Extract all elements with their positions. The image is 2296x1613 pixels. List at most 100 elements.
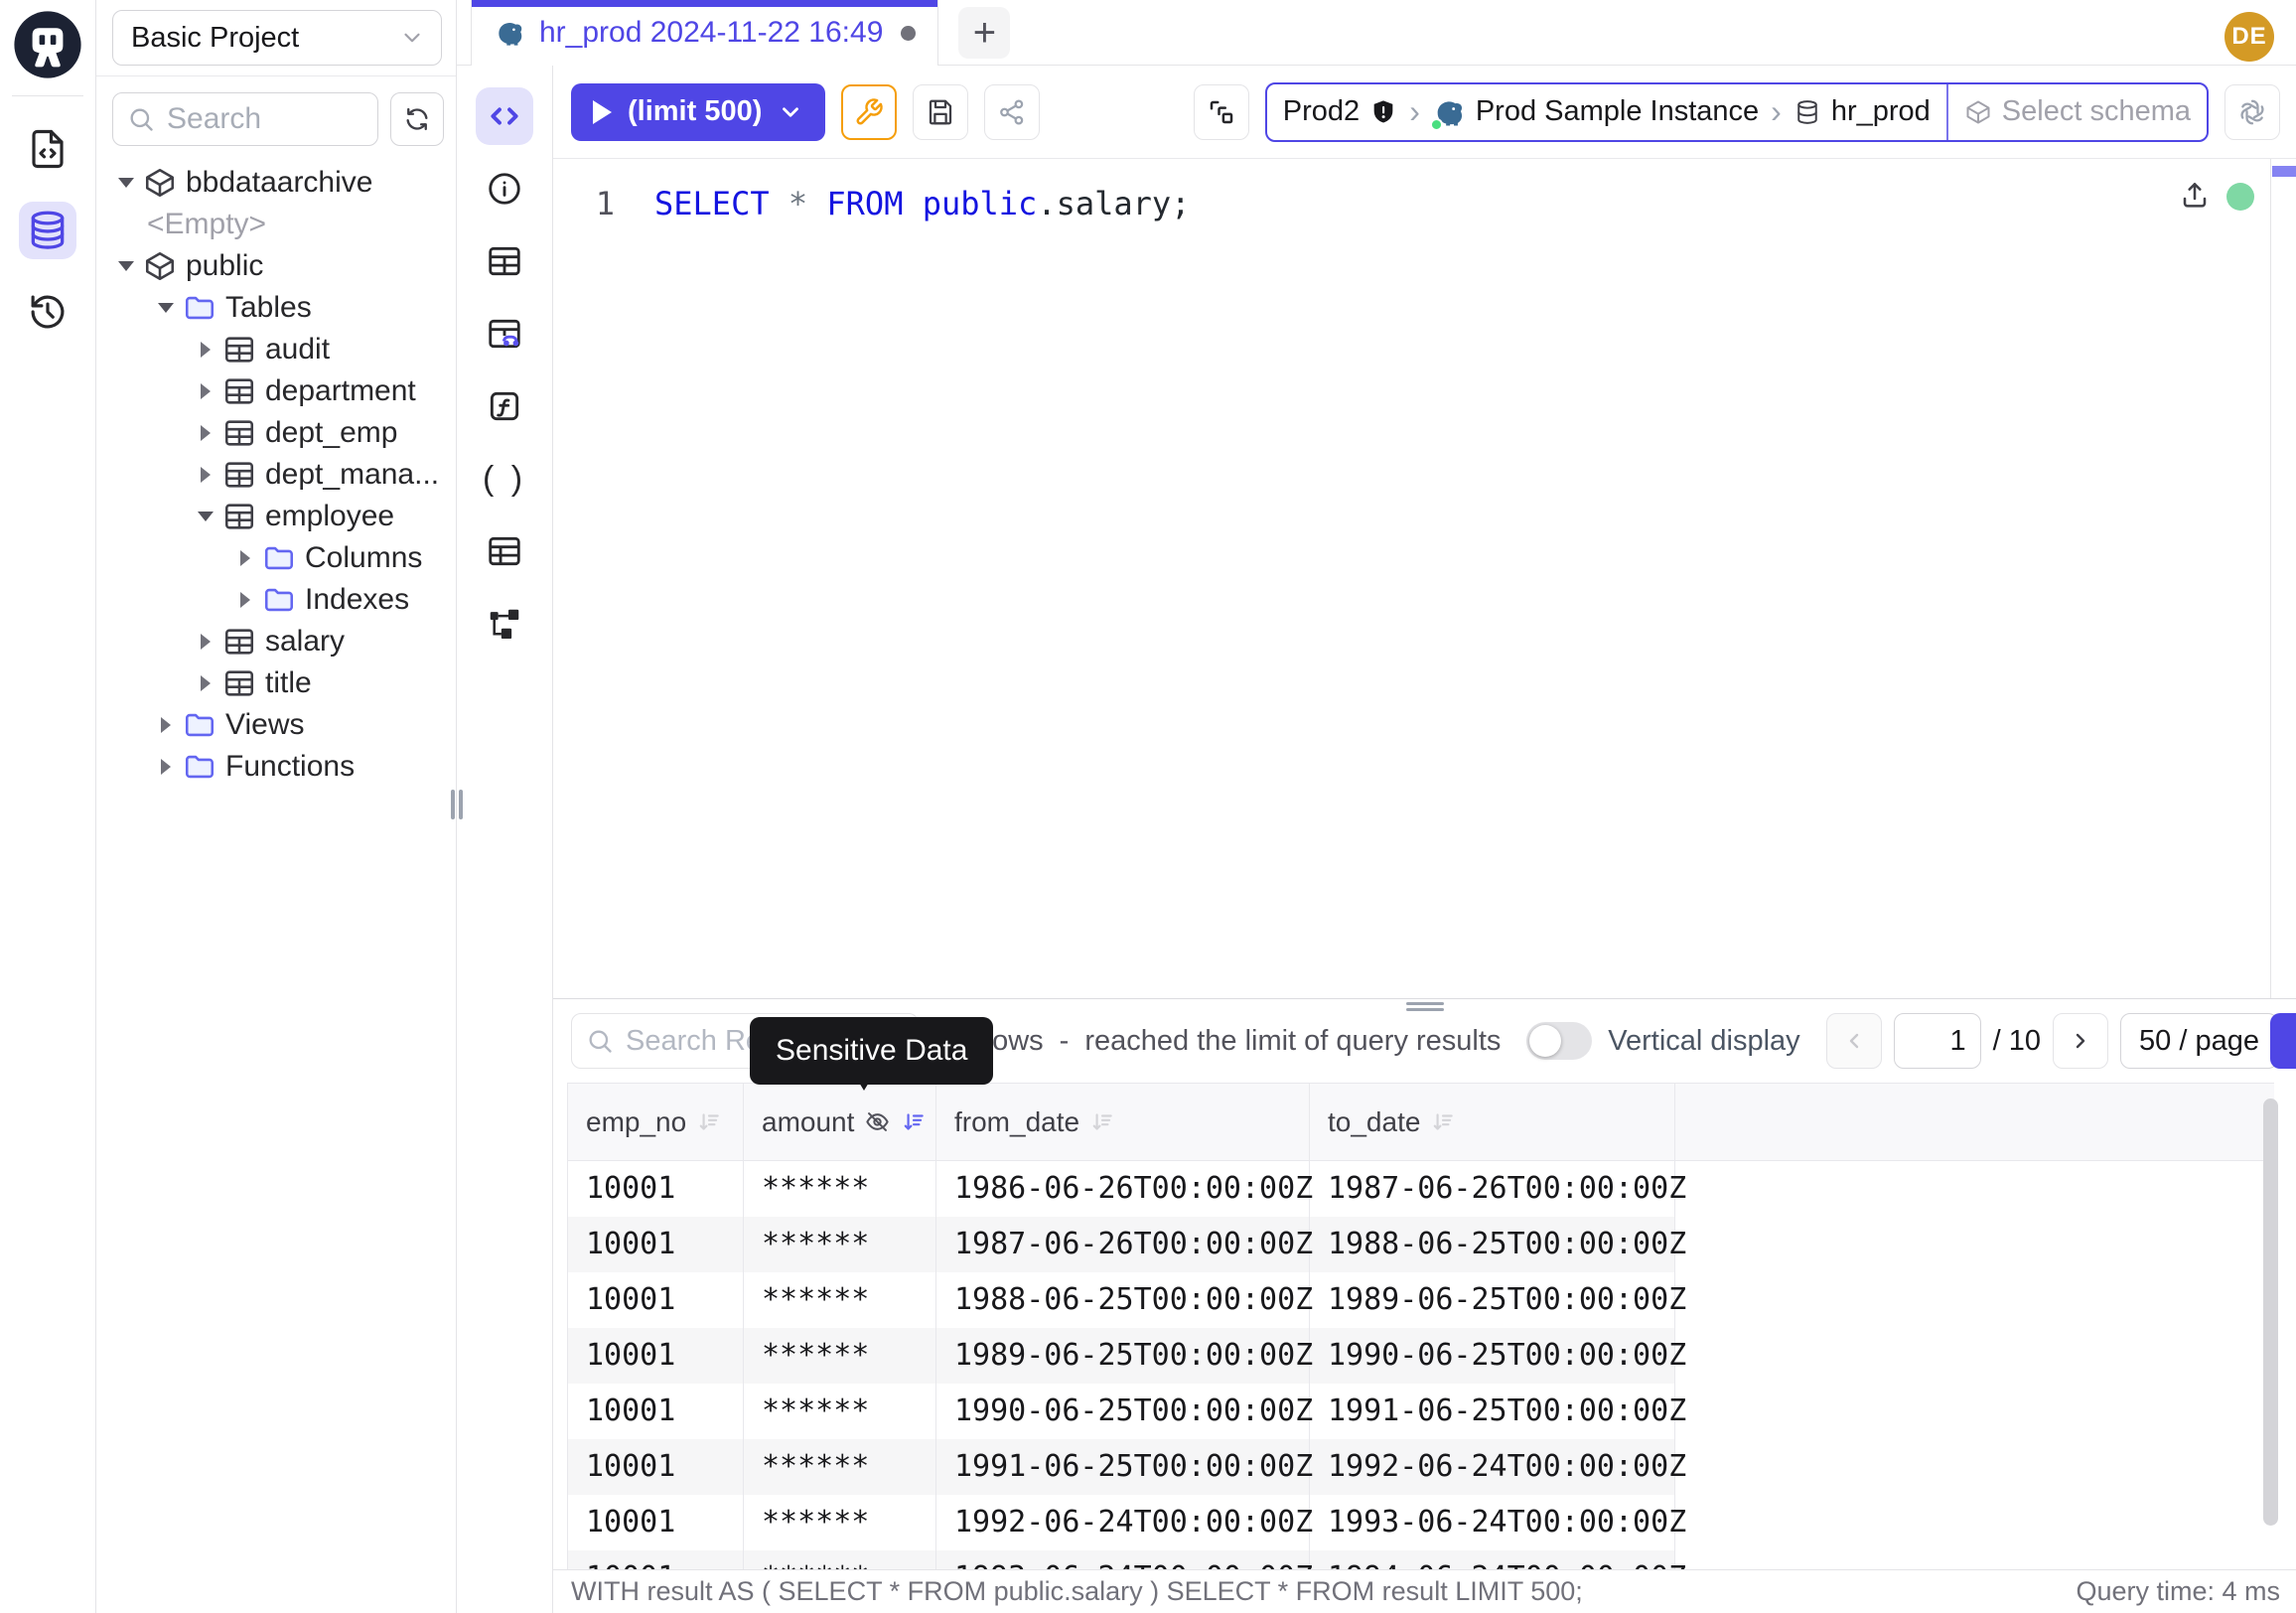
strip-external-tables-button[interactable] bbox=[476, 522, 533, 580]
caret-right-icon[interactable] bbox=[192, 383, 219, 399]
strip-schema-diagram-button[interactable] bbox=[476, 595, 533, 653]
table-cell[interactable]: 1991-06-25T00:00:00Z bbox=[1310, 1384, 1675, 1439]
strip-masked-data-button[interactable] bbox=[476, 305, 533, 363]
sort-icon[interactable] bbox=[1430, 1109, 1456, 1135]
table-cell[interactable]: 10001 bbox=[568, 1272, 744, 1328]
table-cell[interactable]: 1988-06-25T00:00:00Z bbox=[936, 1272, 1310, 1328]
table-row[interactable]: 10001******1992-06-24T00:00:00Z1993-06-2… bbox=[568, 1495, 2275, 1550]
connection-breadcrumb[interactable]: Prod2 › Prod Sample Instance › bbox=[1265, 82, 2209, 142]
table-cell[interactable]: 1990-06-25T00:00:00Z bbox=[1310, 1328, 1675, 1384]
tree-item-dept-mana[interactable]: dept_mana... bbox=[96, 454, 456, 496]
share-button[interactable] bbox=[984, 84, 1040, 140]
export-edge-button[interactable] bbox=[2270, 1013, 2296, 1069]
rail-databases-button[interactable] bbox=[19, 202, 76, 259]
select-schema-button[interactable]: Select schema bbox=[1948, 84, 2207, 140]
query-options-button[interactable] bbox=[841, 84, 897, 140]
column-header-from_date[interactable]: from_date bbox=[936, 1084, 1310, 1161]
table-cell[interactable]: ****** bbox=[744, 1328, 936, 1384]
save-button[interactable] bbox=[913, 84, 968, 140]
table-cell[interactable]: ****** bbox=[744, 1439, 936, 1495]
sort-icon[interactable] bbox=[696, 1109, 722, 1135]
table-cell[interactable]: ****** bbox=[744, 1161, 936, 1217]
table-row[interactable]: 10001******1990-06-25T00:00:00Z1991-06-2… bbox=[568, 1384, 2275, 1439]
table-row[interactable]: 10001******1991-06-25T00:00:00Z1992-06-2… bbox=[568, 1439, 2275, 1495]
tree-item-bbdataarchive[interactable]: bbdataarchive bbox=[96, 162, 456, 204]
column-header-emp_no[interactable]: emp_no bbox=[568, 1084, 744, 1161]
table-row[interactable]: 10001******1988-06-25T00:00:00Z1989-06-2… bbox=[568, 1272, 2275, 1328]
results-resize-handle[interactable] bbox=[1406, 999, 1444, 1011]
caret-down-icon[interactable] bbox=[112, 261, 140, 271]
run-query-button[interactable]: (limit 500) bbox=[571, 83, 825, 141]
caret-right-icon[interactable] bbox=[192, 675, 219, 691]
table-cell[interactable]: 10001 bbox=[568, 1217, 744, 1272]
column-header-amount[interactable]: amount bbox=[744, 1084, 936, 1161]
table-cell[interactable]: 1986-06-26T00:00:00Z bbox=[936, 1161, 1310, 1217]
tree-item-views[interactable]: Views bbox=[96, 704, 456, 746]
table-row[interactable]: 10001******1987-06-26T00:00:00Z1988-06-2… bbox=[568, 1217, 2275, 1272]
prev-page-button[interactable] bbox=[1826, 1013, 1882, 1069]
strip-tables-button[interactable] bbox=[476, 232, 533, 290]
table-cell[interactable]: 10001 bbox=[568, 1550, 744, 1570]
caret-right-icon[interactable] bbox=[231, 550, 259, 566]
table-row[interactable]: 10001******1993-06-24T00:00:00Z1994-06-2… bbox=[568, 1550, 2275, 1570]
sidebar-resize-handle[interactable] bbox=[451, 790, 463, 819]
page-size-select[interactable]: 50 / page bbox=[2120, 1013, 2278, 1069]
editor-overview-ruler[interactable] bbox=[2270, 159, 2296, 998]
sidebar-search-input[interactable]: Search bbox=[112, 92, 378, 146]
tree-item-columns[interactable]: Columns bbox=[96, 537, 456, 579]
table-cell[interactable]: 1992-06-24T00:00:00Z bbox=[1310, 1439, 1675, 1495]
tree-item-department[interactable]: department bbox=[96, 370, 456, 412]
table-cell[interactable]: 1992-06-24T00:00:00Z bbox=[936, 1495, 1310, 1550]
table-row[interactable]: 10001******1989-06-25T00:00:00Z1990-06-2… bbox=[568, 1328, 2275, 1384]
tree-item-public[interactable]: public bbox=[96, 245, 456, 287]
batch-query-button[interactable] bbox=[1194, 84, 1249, 140]
table-cell[interactable]: ****** bbox=[744, 1495, 936, 1550]
sort-icon[interactable] bbox=[901, 1109, 927, 1135]
caret-right-icon[interactable] bbox=[192, 342, 219, 358]
rail-history-button[interactable] bbox=[19, 283, 76, 341]
page-number-input[interactable]: 1 bbox=[1894, 1013, 1981, 1069]
tree-item-tables[interactable]: Tables bbox=[96, 287, 456, 329]
table-cell[interactable]: 1987-06-26T00:00:00Z bbox=[1310, 1161, 1675, 1217]
caret-right-icon[interactable] bbox=[231, 592, 259, 608]
rail-worksheets-button[interactable] bbox=[19, 120, 76, 178]
next-page-button[interactable] bbox=[2053, 1013, 2108, 1069]
new-tab-button[interactable]: + bbox=[958, 7, 1010, 59]
table-cell[interactable]: 1989-06-25T00:00:00Z bbox=[1310, 1272, 1675, 1328]
tree-item-employee[interactable]: employee bbox=[96, 496, 456, 537]
bytebase-logo[interactable] bbox=[13, 10, 82, 79]
table-cell[interactable]: 10001 bbox=[568, 1495, 744, 1550]
caret-right-icon[interactable] bbox=[152, 717, 180, 733]
table-cell[interactable]: 1993-06-24T00:00:00Z bbox=[1310, 1495, 1675, 1550]
caret-down-icon[interactable] bbox=[192, 512, 219, 521]
refresh-schema-button[interactable] bbox=[390, 92, 444, 146]
tab-hr-prod[interactable]: hr_prod 2024-11-22 16:49 bbox=[471, 0, 938, 66]
sql-editor[interactable]: 1 SELECT * FROM public.salary; bbox=[553, 159, 2296, 998]
table-cell[interactable]: 1989-06-25T00:00:00Z bbox=[936, 1328, 1310, 1384]
strip-info-button[interactable] bbox=[476, 160, 533, 218]
results-scrollbar-thumb[interactable] bbox=[2263, 1099, 2278, 1526]
sort-icon[interactable] bbox=[1089, 1109, 1115, 1135]
table-cell[interactable]: ****** bbox=[744, 1384, 936, 1439]
caret-right-icon[interactable] bbox=[152, 759, 180, 775]
vertical-display-toggle[interactable] bbox=[1526, 1022, 1592, 1060]
table-cell[interactable]: 1991-06-25T00:00:00Z bbox=[936, 1439, 1310, 1495]
column-header-to_date[interactable]: to_date bbox=[1310, 1084, 1675, 1161]
caret-right-icon[interactable] bbox=[192, 634, 219, 650]
upload-sql-icon[interactable] bbox=[2179, 179, 2211, 216]
tree-item-dept-emp[interactable]: dept_emp bbox=[96, 412, 456, 454]
strip-code-button[interactable] bbox=[476, 87, 533, 145]
tree-item-salary[interactable]: salary bbox=[96, 621, 456, 662]
tree-item-audit[interactable]: audit bbox=[96, 329, 456, 370]
tree-item-empty[interactable]: <Empty> bbox=[96, 204, 456, 245]
table-cell[interactable]: 1990-06-25T00:00:00Z bbox=[936, 1384, 1310, 1439]
eye-off-icon[interactable] bbox=[864, 1108, 891, 1135]
table-row[interactable]: 10001******1986-06-26T00:00:00Z1987-06-2… bbox=[568, 1161, 2275, 1217]
tree-item-title[interactable]: title bbox=[96, 662, 456, 704]
caret-right-icon[interactable] bbox=[192, 425, 219, 441]
table-cell[interactable]: ****** bbox=[744, 1217, 936, 1272]
table-cell[interactable]: 1993-06-24T00:00:00Z bbox=[936, 1550, 1310, 1570]
caret-down-icon[interactable] bbox=[112, 178, 140, 188]
strip-procedures-button[interactable]: ( ) bbox=[476, 450, 533, 508]
table-cell[interactable]: ****** bbox=[744, 1272, 936, 1328]
